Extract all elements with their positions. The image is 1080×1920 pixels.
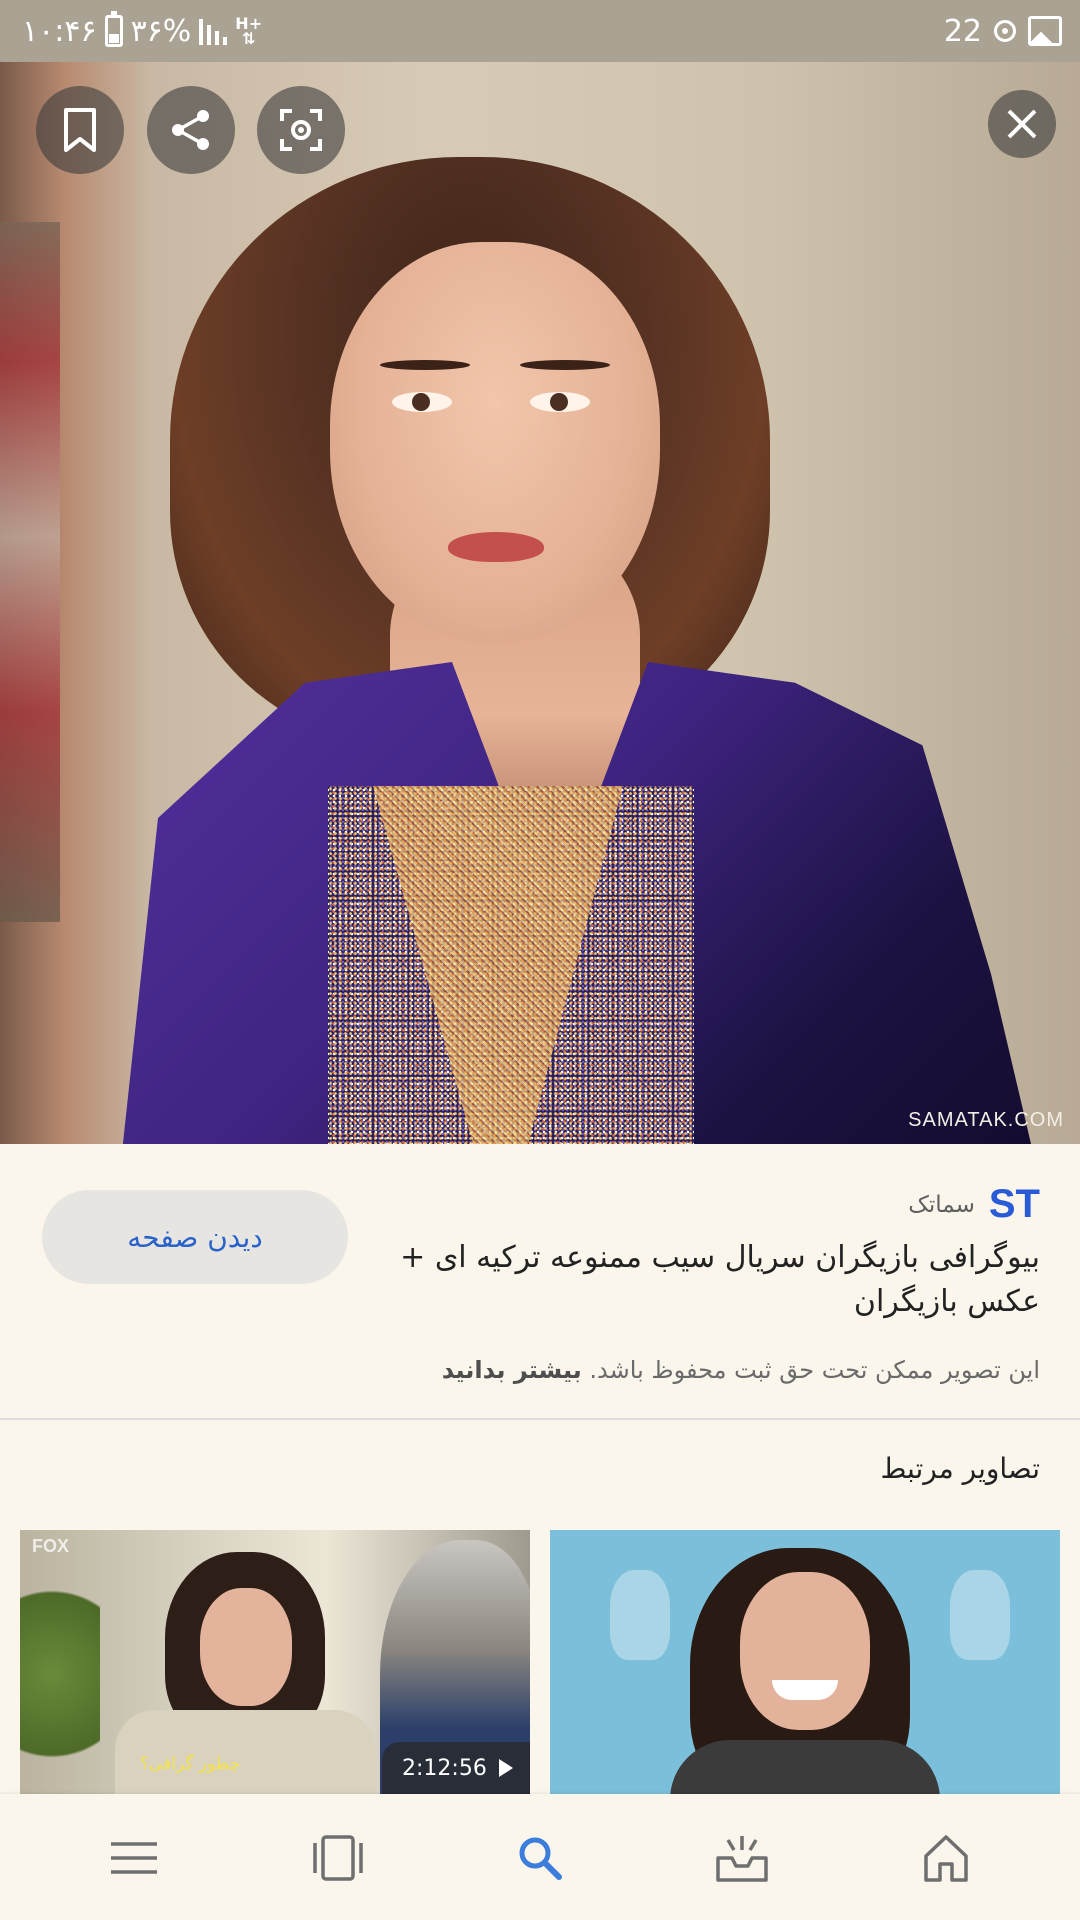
play-icon <box>498 1759 513 1777</box>
plant <box>20 1590 100 1794</box>
hero-image[interactable]: SAMATAK.COM <box>0 62 1080 1144</box>
search-icon <box>519 1837 562 1880</box>
image-info-panel: ST سماتک بیوگرافی بازیگران سریال سیب ممن… <box>0 1146 1080 1418</box>
status-bar: ۱۰:۴۶ ۳۶% H+ ⇅ 22 <box>0 0 1080 62</box>
signal-icon <box>199 17 228 45</box>
image-watermark: SAMATAK.COM <box>908 1109 1064 1131</box>
close-button[interactable] <box>988 90 1056 158</box>
collections-icon <box>313 1835 363 1881</box>
related-image-1[interactable]: FOX چطور گرافی؟ 2:12:56 <box>20 1530 530 1794</box>
inbox-icon <box>716 1836 768 1882</box>
duration-text: 2:12:56 <box>402 1755 487 1781</box>
lens-icon <box>280 109 322 151</box>
top <box>670 1740 940 1794</box>
source-row[interactable]: ST سماتک <box>908 1182 1040 1227</box>
nav-search-button[interactable] <box>504 1822 576 1894</box>
eye-right <box>530 392 590 412</box>
source-logo: ST <box>988 1182 1040 1226</box>
copyright-text: این تصویر ممکن تحت حق ثبت محفوظ باشد. <box>589 1356 1040 1384</box>
bookmark-button[interactable] <box>36 86 124 174</box>
lips <box>448 532 544 562</box>
battery-percent: ۳۶% <box>130 13 192 49</box>
brow-left <box>380 360 470 370</box>
smile <box>772 1680 838 1700</box>
notification-count: 22 <box>943 13 982 49</box>
bookmark-icon <box>64 108 96 152</box>
lens-button[interactable] <box>257 86 345 174</box>
berlinale-bear-logo <box>950 1570 1010 1660</box>
menu-icon <box>111 1842 157 1874</box>
eye-left <box>392 392 452 412</box>
face <box>200 1588 292 1706</box>
video-duration-badge: 2:12:56 <box>382 1742 530 1794</box>
nav-collections-button[interactable] <box>302 1822 374 1894</box>
status-right: 22 <box>944 0 1062 62</box>
sync-icon <box>994 20 1016 42</box>
battery-icon <box>104 11 123 47</box>
source-name: سماتک <box>908 1191 975 1218</box>
copyright-notice: این تصویر ممکن تحت حق ثبت محفوظ باشد. بی… <box>442 1356 1040 1384</box>
related-images-title: تصاویر مرتبط <box>880 1452 1040 1485</box>
status-time: ۱۰:۴۶ <box>22 13 97 49</box>
home-icon <box>924 1835 968 1882</box>
berlinale-bear-logo <box>610 1570 670 1660</box>
gallery-icon <box>1028 16 1062 46</box>
video-subtitle: چطور گرافی؟ <box>140 1754 241 1774</box>
learn-more-link[interactable]: بیشتر بدانید <box>442 1356 582 1384</box>
brow-right <box>520 360 610 370</box>
bottom-navigation <box>0 1794 1080 1920</box>
share-icon <box>172 110 209 150</box>
face <box>330 242 660 642</box>
channel-badge: FOX <box>32 1536 70 1556</box>
status-left: ۱۰:۴۶ ۳۶% H+ ⇅ <box>22 0 262 62</box>
censored-region <box>328 786 694 1144</box>
nav-menu-button[interactable] <box>98 1822 170 1894</box>
background-blur <box>0 222 60 922</box>
related-image-2[interactable] <box>550 1530 1060 1794</box>
nav-inbox-button[interactable] <box>706 1822 778 1894</box>
face <box>740 1572 870 1730</box>
visit-page-button[interactable]: دیدن صفحه <box>42 1190 348 1284</box>
divider <box>0 1418 1080 1420</box>
network-type-icon: H+ ⇅ <box>235 14 263 48</box>
close-icon <box>1007 109 1037 139</box>
nav-home-button[interactable] <box>910 1822 982 1894</box>
page-title[interactable]: بیوگرافی بازیگران سریال سیب ممنوعه ترکیه… <box>400 1236 1040 1324</box>
share-button[interactable] <box>147 86 235 174</box>
coat <box>115 1710 375 1794</box>
